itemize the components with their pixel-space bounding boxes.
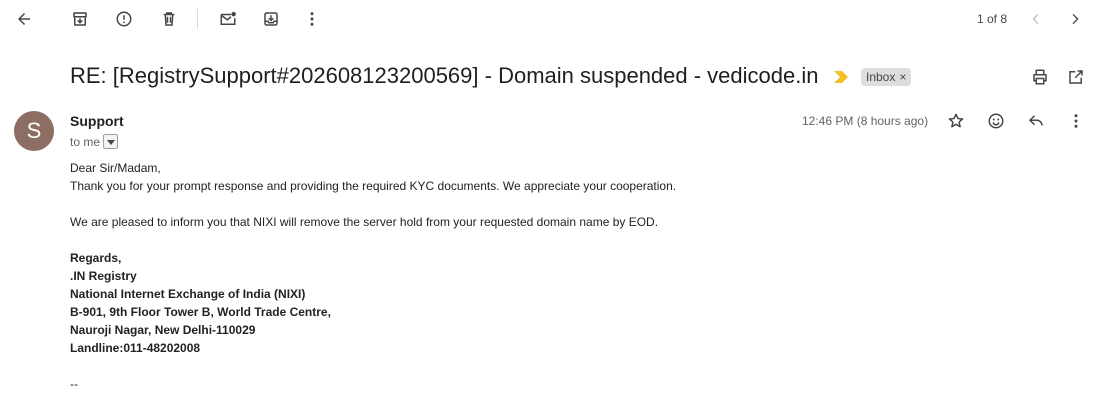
move-to-button[interactable]: [257, 5, 285, 33]
email-subject: RE: [RegistrySupport#202608123200569] - …: [70, 63, 819, 88]
report-icon: [115, 10, 133, 28]
body-greeting: Dear Sir/Madam,: [70, 161, 161, 175]
signature-regards: Regards,: [70, 251, 122, 265]
move-to-inbox-icon: [262, 10, 280, 28]
signature-address-1: B-901, 9th Floor Tower B, World Trade Ce…: [70, 305, 331, 319]
body-line-1: Thank you for your prompt response and p…: [70, 179, 677, 193]
signature-full-name: National Internet Exchange of India (NIX…: [70, 287, 306, 301]
avatar[interactable]: S: [14, 111, 54, 151]
body-line-2: We are pleased to inform you that NIXI w…: [70, 215, 659, 229]
mark-unread-button[interactable]: [214, 5, 242, 33]
email-timestamp: 12:46 PM (8 hours ago): [802, 114, 929, 128]
print-icon: [1031, 68, 1049, 86]
inbox-label-chip: Inbox ×: [861, 68, 912, 86]
signature-org: .IN Registry: [70, 269, 137, 283]
toolbar-divider: [197, 9, 198, 29]
delete-button[interactable]: [155, 5, 183, 33]
message-more-button[interactable]: [1062, 107, 1090, 135]
pagination-count: 1 of 8: [977, 12, 1008, 26]
reply-button[interactable]: [1022, 107, 1050, 135]
recipient-text: to me: [70, 134, 101, 149]
email-body: Dear Sir/Madam, Thank you for your promp…: [70, 159, 970, 393]
report-spam-button[interactable]: [110, 5, 138, 33]
show-details-button[interactable]: [103, 134, 119, 149]
chevron-left-icon: [1028, 11, 1044, 27]
mark-unread-icon: [219, 10, 237, 28]
add-reaction-button[interactable]: [982, 107, 1010, 135]
importance-marker-icon[interactable]: [834, 70, 848, 88]
next-email-button[interactable]: [1061, 5, 1089, 33]
signature-address-2: Nauroji Nagar, New Delhi-110029: [70, 323, 256, 337]
back-button[interactable]: [10, 5, 38, 33]
print-button[interactable]: [1026, 63, 1054, 91]
archive-button[interactable]: [66, 5, 94, 33]
star-button[interactable]: [942, 107, 970, 135]
star-icon: [947, 112, 965, 130]
recipient-line: to me: [70, 134, 119, 149]
sender-name[interactable]: Support: [70, 113, 124, 129]
arrow-left-icon: [15, 10, 33, 28]
more-vert-icon: [1067, 112, 1085, 130]
label-text: Inbox: [866, 70, 896, 84]
trash-icon: [160, 10, 178, 28]
signature-delimiter: --: [70, 377, 78, 391]
more-vert-icon: [303, 10, 321, 28]
chevron-right-icon: [1067, 11, 1083, 27]
prev-email-button[interactable]: [1022, 5, 1050, 33]
remove-label-icon[interactable]: ×: [899, 70, 906, 84]
open-in-new-icon: [1067, 68, 1085, 86]
more-options-button[interactable]: [298, 5, 326, 33]
signature-phone: Landline:011-48202008: [70, 341, 201, 355]
emoji-icon: [987, 112, 1005, 130]
open-new-window-button[interactable]: [1062, 63, 1090, 91]
caret-down-icon: [106, 135, 115, 149]
archive-icon: [71, 10, 89, 28]
reply-icon: [1027, 112, 1045, 130]
